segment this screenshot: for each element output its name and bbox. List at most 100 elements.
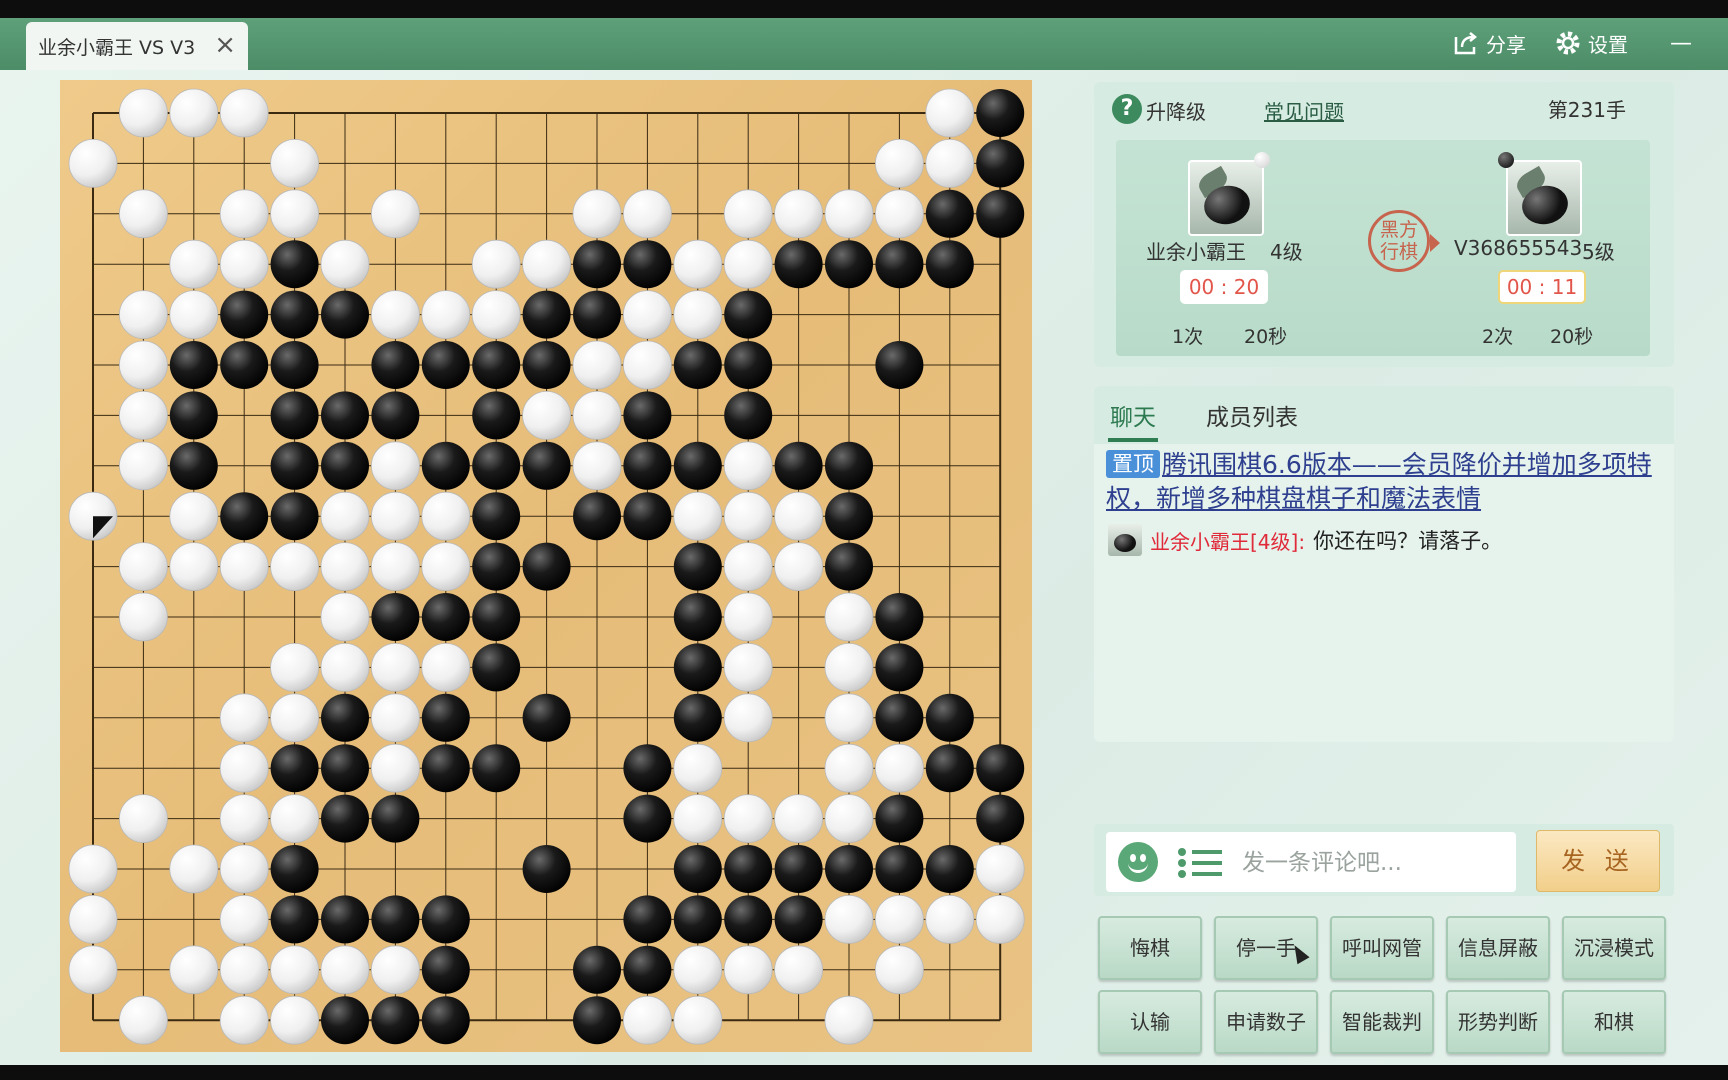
black-stone: [774, 895, 823, 944]
tab-members[interactable]: 成员列表: [1206, 398, 1298, 432]
white-stone: [119, 542, 168, 592]
white-stone: [219, 693, 269, 743]
immersive-mode-button[interactable]: 沉浸模式: [1562, 916, 1666, 980]
white-stone: [370, 743, 420, 793]
white-stone: [774, 945, 823, 995]
ai-judge-button[interactable]: 智能裁判: [1330, 990, 1434, 1054]
white-stone: [219, 895, 269, 944]
black-stone: [724, 391, 773, 440]
comment-input[interactable]: [1240, 842, 1504, 884]
white-stone: [824, 189, 874, 239]
black-stone: [270, 492, 319, 541]
undo-button[interactable]: 悔棋: [1098, 916, 1202, 980]
black-stone: [825, 441, 873, 490]
white-stone: [219, 239, 269, 289]
call-admin-button[interactable]: 呼叫网管: [1330, 916, 1434, 980]
black-stone: [522, 441, 571, 490]
black-stone: [673, 895, 722, 944]
white-stone: [370, 693, 420, 743]
pinned-link[interactable]: 腾讯围棋6.6版本——会员降价并增加多项特权，新增多种棋盘棋子和魔法表情: [1106, 450, 1652, 513]
black-stone: [321, 441, 369, 490]
rank-rules-link[interactable]: 升降级: [1146, 96, 1206, 125]
board-svg[interactable]: [60, 80, 1032, 1052]
white-stone: [320, 643, 370, 692]
faq-link[interactable]: 常见问题: [1264, 96, 1344, 125]
share-button[interactable]: 分享: [1452, 26, 1526, 60]
white-stone: [774, 189, 823, 239]
white-stone: [68, 895, 118, 944]
player1-avatar[interactable]: [1188, 160, 1264, 236]
comment-box: [1106, 832, 1516, 892]
screen-top-edge: [0, 0, 1728, 18]
black-stone: [321, 744, 369, 793]
white-stone: [875, 945, 924, 995]
white-stone: [774, 542, 823, 592]
black-stone: [270, 391, 319, 440]
pin-badge: 置顶: [1106, 450, 1160, 478]
block-info-button[interactable]: 信息屏蔽: [1446, 916, 1550, 980]
draw-button[interactable]: 和棋: [1562, 990, 1666, 1054]
black-stone: [522, 845, 571, 893]
turn-arrow-icon: [1430, 234, 1440, 252]
turn-seal: 黑方 行棋: [1368, 210, 1430, 272]
white-stone: [219, 995, 269, 1045]
black-stone: [673, 643, 722, 692]
black-stone: [270, 290, 319, 339]
black-stone: [421, 341, 470, 389]
black-stone: [421, 895, 470, 944]
black-stone: [321, 391, 369, 440]
white-stone: [673, 491, 723, 541]
settings-button[interactable]: 设置: [1554, 26, 1628, 60]
white-stone: [572, 441, 622, 491]
pinned-message: 置顶 腾讯围棋6.6版本——会员降价并增加多项特权，新增多种棋盘棋子和魔法表情: [1106, 448, 1661, 516]
black-stone: [472, 492, 521, 541]
black-stone: [472, 593, 521, 641]
black-stone: [825, 542, 873, 591]
close-icon[interactable]: ×: [214, 30, 236, 60]
evaluate-button[interactable]: 形势判断: [1446, 990, 1550, 1054]
black-stone: [321, 290, 369, 339]
resign-button[interactable]: 认输: [1098, 990, 1202, 1054]
black-stone: [774, 441, 823, 490]
black-stone: [875, 693, 924, 742]
white-stone: [219, 88, 269, 138]
white-stone: [875, 139, 924, 188]
white-stone: [623, 290, 672, 340]
black-stone: [169, 441, 218, 490]
help-icon[interactable]: ?: [1112, 94, 1142, 124]
black-stone: [925, 744, 974, 793]
chat-sender[interactable]: 业余小霸王[4级]:: [1150, 526, 1305, 555]
emoji-icon[interactable]: [1118, 842, 1158, 882]
send-button[interactable]: 发 送: [1536, 830, 1660, 892]
black-stone: [875, 593, 924, 641]
white-stone: [774, 794, 823, 843]
black-stone: [421, 996, 470, 1045]
black-stone: [774, 845, 823, 893]
black-stone: [573, 290, 621, 339]
black-stone: [220, 492, 269, 541]
go-board[interactable]: [60, 80, 1032, 1052]
white-stone: [774, 491, 823, 541]
black-stone: [724, 341, 773, 389]
black-stone: [421, 441, 470, 490]
game-tab[interactable]: 业余小霸王 VS V3 ×: [26, 22, 248, 70]
white-stone: [875, 743, 924, 793]
black-stone: [270, 845, 319, 893]
black-stone: [925, 845, 974, 893]
player2-avatar[interactable]: [1506, 160, 1582, 236]
white-stone: [270, 693, 320, 743]
white-stone: [623, 995, 672, 1045]
black-stone: [472, 542, 521, 591]
list-icon[interactable]: [1178, 846, 1222, 880]
black-stone: [371, 593, 420, 641]
list-line: [1178, 870, 1222, 878]
black-stone: [875, 341, 924, 389]
black-stone: [925, 189, 974, 238]
white-stone: [68, 139, 118, 188]
tab-chat[interactable]: 聊天: [1110, 398, 1156, 432]
request-count-button[interactable]: 申请数子: [1214, 990, 1318, 1054]
player1-byoyomi-time: 20秒: [1244, 326, 1288, 348]
minimize-button[interactable]: —: [1670, 26, 1692, 60]
black-stone: [321, 895, 369, 944]
share-icon: [1454, 32, 1478, 55]
